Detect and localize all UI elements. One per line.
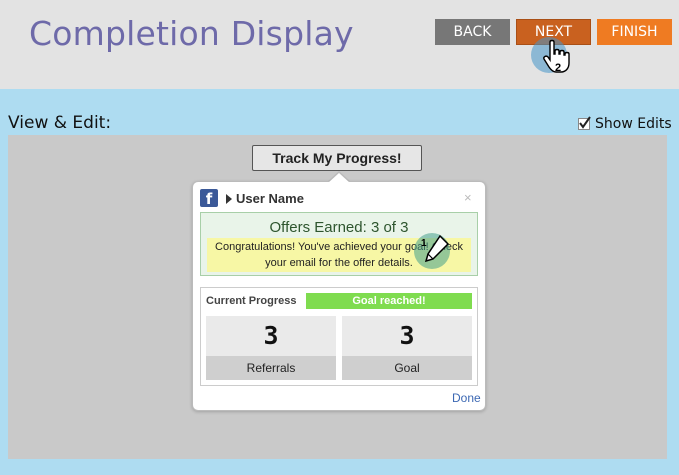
goal-stat: 3 Goal	[342, 316, 472, 380]
pencil-edit-icon[interactable]: 1	[420, 232, 454, 266]
goal-value: 3	[399, 321, 415, 350]
goal-label: Goal	[342, 356, 472, 380]
show-edits-checkbox[interactable]	[578, 116, 591, 130]
cursor-step-number: 2	[555, 62, 561, 74]
referrals-value: 3	[263, 321, 279, 350]
page-title: Completion Display	[29, 14, 354, 53]
caret-right-icon	[226, 194, 232, 204]
referrals-stat: 3 Referrals	[206, 316, 336, 380]
view-edit-label: View & Edit:	[8, 113, 112, 133]
user-name: User Name	[236, 191, 304, 206]
facebook-icon: f	[200, 189, 218, 207]
show-edits-label: Show Edits	[595, 116, 672, 132]
popup-pointer-inner	[328, 173, 350, 183]
referrals-label: Referrals	[206, 356, 336, 380]
finish-button[interactable]: FINISH	[597, 19, 672, 45]
edit-step-number: 1	[421, 238, 427, 249]
back-button[interactable]: BACK	[435, 19, 510, 45]
show-edits-toggle[interactable]: Show Edits	[578, 116, 672, 132]
hand-pointer-icon: 2	[543, 39, 570, 74]
goal-status-bar: Goal reached!	[306, 293, 472, 309]
checkmark-icon	[579, 116, 591, 129]
close-icon[interactable]: ×	[464, 190, 472, 205]
done-link[interactable]: Done	[452, 391, 481, 405]
current-progress-label: Current Progress	[206, 295, 297, 307]
track-progress-button[interactable]: Track My Progress!	[252, 145, 422, 171]
